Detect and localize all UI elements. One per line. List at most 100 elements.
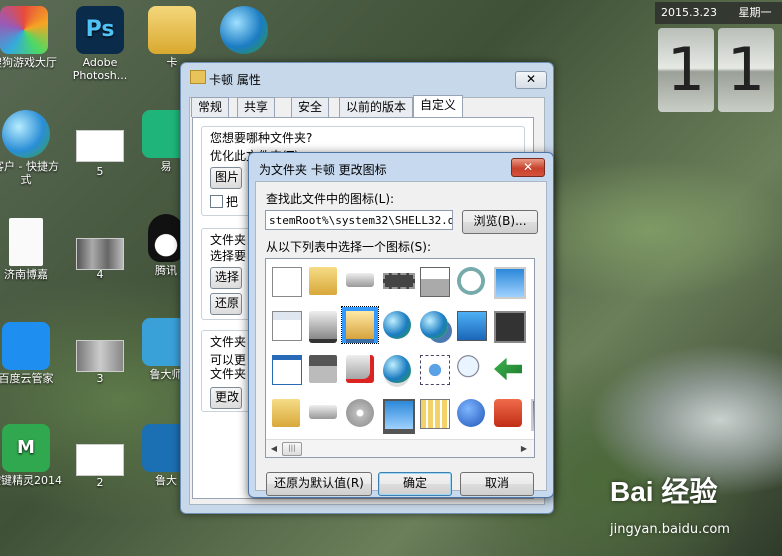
tab-customize[interactable]: 自定义 [413, 95, 464, 118]
icon-option[interactable] [379, 351, 415, 387]
folder-icon [148, 6, 196, 54]
tab-previous-versions[interactable]: 以前的版本 [339, 97, 414, 117]
desktop-icon-jinan[interactable]: 济南博嘉 [0, 218, 64, 281]
clock-gadget: 1 1 [658, 28, 782, 112]
desktop-icon-folder[interactable]: 卡 [134, 6, 210, 69]
cloud-icon [2, 322, 50, 370]
icon-option[interactable] [527, 395, 534, 431]
change-icon-button[interactable]: 更改 [210, 387, 242, 409]
floppy-drive-icon [309, 355, 337, 383]
desktop-icon-photoshop[interactable]: Ps Adobe Photosh... [62, 6, 138, 82]
desktop-thumbnail-5[interactable] [76, 130, 124, 162]
icon-option[interactable] [527, 351, 534, 387]
desktop-icon-label: 搜狗游戏大厅 [0, 56, 57, 69]
icon-option[interactable] [379, 307, 415, 343]
optimize-dropdown[interactable]: 图片 [210, 167, 242, 189]
icon-option[interactable] [379, 263, 415, 299]
icon-option[interactable] [268, 395, 304, 431]
gadget-weekday: 星期一 [738, 6, 772, 19]
network-drive-icon [309, 311, 337, 343]
icon-option[interactable] [341, 306, 379, 344]
desktop-thumbnail-4[interactable] [76, 238, 124, 270]
power-icon [494, 399, 522, 427]
disconnected-drive-icon [346, 355, 374, 383]
globe-icon [383, 311, 411, 339]
restore-default-button[interactable]: 还原为默认值(R) [266, 472, 372, 496]
icon-option[interactable] [490, 307, 526, 343]
horizontal-scrollbar[interactable]: ◀ ||| ▶ [266, 439, 534, 457]
tab-sharing[interactable]: 共享 [237, 97, 276, 117]
icon-option[interactable] [490, 263, 526, 299]
icon-option[interactable] [268, 307, 304, 343]
window-icon [272, 355, 302, 385]
icon-option[interactable] [453, 263, 489, 299]
desktop-thumbnail-3[interactable] [76, 340, 124, 372]
search-icon [457, 355, 485, 383]
ok-button[interactable]: 确定 [378, 472, 452, 496]
globe-computer-icon [2, 110, 50, 158]
group-heading: 文件夹 [210, 335, 247, 349]
icon-option[interactable] [379, 395, 415, 434]
desktop-icon-label: 2 [96, 476, 104, 489]
desktop-icon-sogou-games[interactable]: 搜狗游戏大厅 [0, 6, 62, 69]
desktop-thumbnail-2[interactable] [76, 444, 124, 476]
icon-option[interactable] [342, 263, 378, 299]
network-icon [420, 355, 450, 385]
recycle-arrow-icon [494, 357, 522, 381]
icon-option[interactable] [490, 395, 526, 431]
tab-security[interactable]: 安全 [291, 97, 330, 117]
scroll-thumb[interactable]: ||| [282, 442, 302, 456]
watermark-logo: Bai 经验 [610, 476, 718, 507]
icon-option[interactable] [527, 307, 534, 343]
anjian-icon: M [2, 424, 50, 472]
checkbox-label: 把 [226, 195, 239, 209]
icon-option[interactable] [416, 351, 452, 387]
icon-file-path-input[interactable]: stemRoot%\system32\SHELL32.dll [265, 210, 453, 230]
icon-option[interactable] [305, 307, 341, 343]
desktop-icon-client-shortcut[interactable]: 客户 - 快捷方式 [0, 110, 64, 186]
cancel-button[interactable]: 取消 [460, 472, 534, 496]
clock-digit: 1 [658, 28, 714, 112]
desktop-icon-label: 济南博嘉 [4, 268, 48, 281]
icon-option[interactable] [490, 351, 526, 387]
apply-subfolders-checkbox[interactable] [210, 195, 223, 208]
icon-list[interactable]: ◀ ||| ▶ [265, 258, 535, 458]
close-button[interactable]: ✕ [515, 71, 547, 89]
icon-option[interactable] [305, 395, 341, 431]
dialog-body: 查找此文件中的图标(L): stemRoot%\system32\SHELL32… [255, 181, 547, 496]
clock-digit: 1 [718, 28, 774, 112]
icon-option[interactable] [527, 263, 534, 299]
icon-option[interactable] [342, 351, 378, 387]
find-icon-label: 查找此文件中的图标(L): [266, 192, 395, 206]
icon-option[interactable] [453, 395, 489, 431]
icon-option[interactable] [268, 263, 304, 299]
desktop-icon-label: 百度云管家 [0, 372, 54, 385]
browse-button[interactable]: 浏览(B)... [462, 210, 538, 234]
icon-option[interactable] [416, 263, 452, 299]
sogou-games-icon [0, 6, 48, 54]
icon-option[interactable] [453, 307, 489, 343]
drive-icon [346, 273, 374, 287]
scroll-left-arrow[interactable]: ◀ [268, 442, 280, 455]
desktop-icon-baidu-cloud[interactable]: 百度云管家 [0, 322, 64, 385]
icon-option[interactable] [342, 395, 378, 431]
restore-default-button[interactable]: 还原 [210, 293, 242, 315]
network-globe-icon [220, 6, 268, 54]
close-button[interactable]: ✕ [511, 158, 545, 177]
icon-option[interactable] [305, 263, 341, 299]
icon-option[interactable] [453, 351, 489, 387]
scroll-right-arrow[interactable]: ▶ [518, 442, 530, 455]
choose-file-button[interactable]: 选择 [210, 267, 242, 289]
clock-icon [457, 267, 485, 295]
desktop-icon-label: 5 [96, 165, 104, 178]
icon-option[interactable] [268, 351, 304, 387]
icon-option[interactable] [305, 351, 341, 387]
watermark-url: jingyan.baidu.com [610, 522, 730, 537]
icon-option[interactable] [416, 307, 452, 343]
desktop-icon-anjian[interactable]: M 按键精灵2014 [0, 424, 64, 487]
icon-option[interactable] [416, 395, 452, 431]
control-panel-icon [457, 311, 487, 341]
desktop-icon-network[interactable] [206, 6, 282, 56]
tab-general[interactable]: 常规 [191, 97, 230, 117]
media-player-icon [494, 311, 526, 343]
